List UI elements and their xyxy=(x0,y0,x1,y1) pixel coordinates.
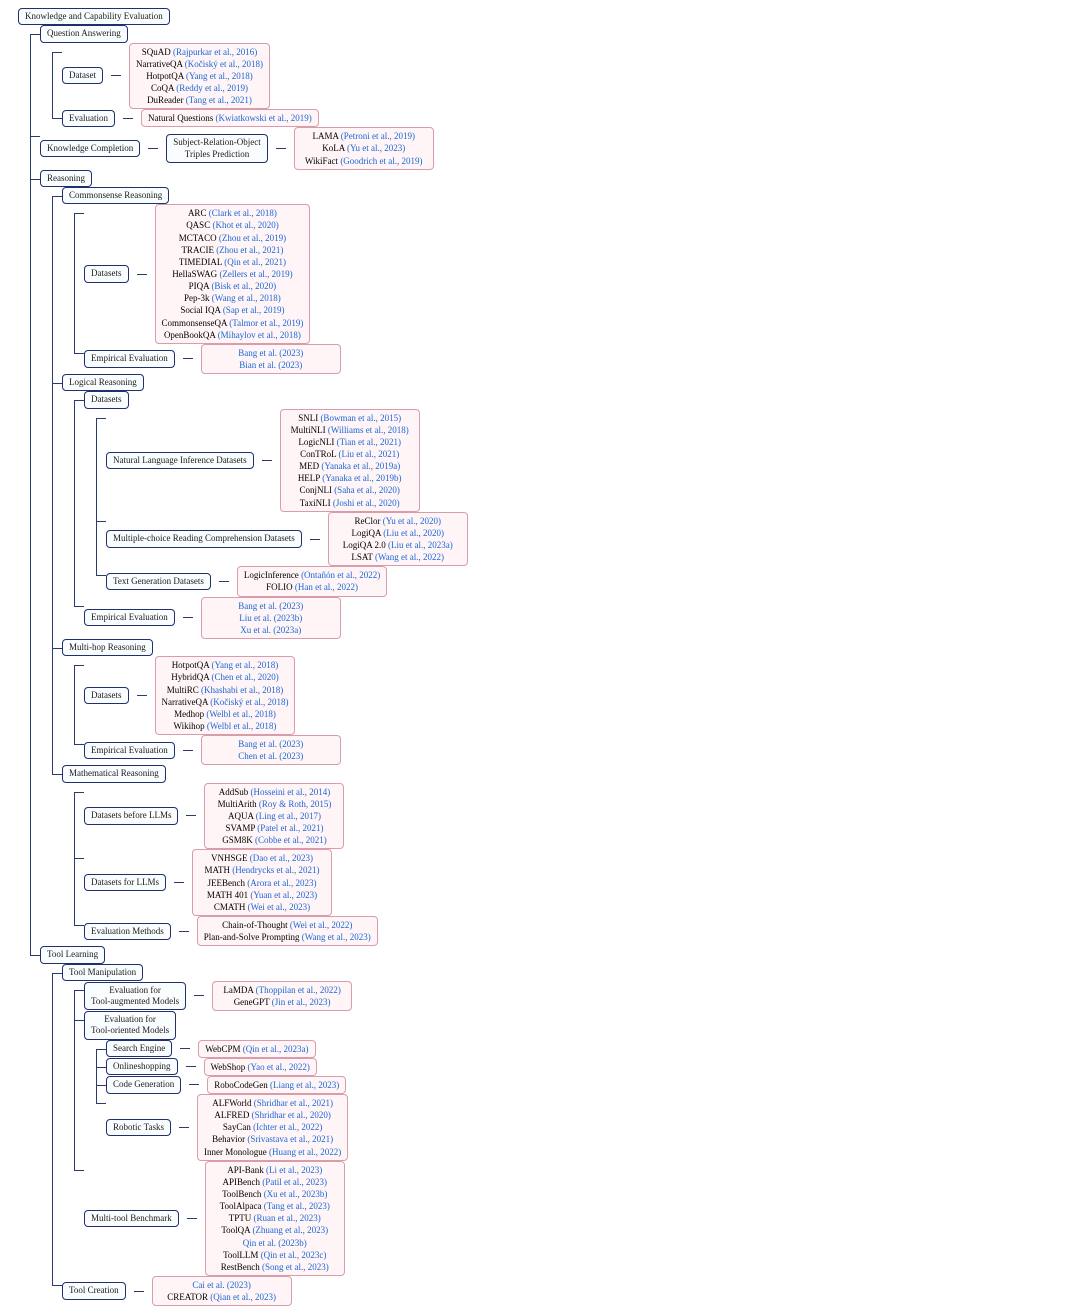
tg-leaf: LogicInference (Ontañón et al., 2022) FO… xyxy=(237,566,387,596)
math-pre-node: Datasets before LLMs xyxy=(84,807,178,824)
multitool-leaf: API-Bank (Li et al., 2023) APIBench (Pat… xyxy=(205,1161,345,1276)
tool-creation-leaf: Cai et al. (2023) CREATOR (Qian et al., … xyxy=(152,1276,292,1306)
shop-node: Onlineshopping xyxy=(106,1058,178,1075)
math-node: Mathematical Reasoning xyxy=(62,765,166,782)
cs-node: Commonsense Reasoning xyxy=(62,187,169,204)
qa-eval-leaf: Natural Questions (Kwiatkowski et al., 2… xyxy=(141,109,319,127)
taxonomy-tree: Knowledge and Capability Evaluation Ques… xyxy=(8,8,1072,1306)
root-node: Knowledge and Capability Evaluation xyxy=(18,8,170,25)
logical-datasets-node: Datasets xyxy=(84,391,129,408)
qa-node: Question Answering xyxy=(40,25,128,42)
tg-node: Text Generation Datasets xyxy=(106,573,211,590)
cs-emp-node: Empirical Evaluation xyxy=(84,350,175,367)
qa-dataset-leaf: SQuAD (Rajpurkar et al., 2016) Narrative… xyxy=(129,43,270,110)
multihop-node: Multi-hop Reasoning xyxy=(62,639,153,656)
cs-emp-leaf: Bang et al. (2023) Bian et al. (2023) xyxy=(201,344,341,374)
math-for-leaf: VNHSGE (Dao et al., 2023) MATH (Hendryck… xyxy=(192,849,332,916)
tool-node: Tool Learning xyxy=(40,946,105,963)
math-methods-node: Evaluation Methods xyxy=(84,923,171,940)
shop-leaf: WebShop (Yao et al., 2022) xyxy=(204,1058,317,1076)
qa-eval-node: Evaluation xyxy=(62,110,115,127)
nli-leaf: SNLI (Bowman et al., 2015) MultiNLI (Wil… xyxy=(280,409,420,512)
multihop-emp-node: Empirical Evaluation xyxy=(84,742,175,759)
math-methods-leaf: Chain-of-Thought (Wei et al., 2022) Plan… xyxy=(197,916,378,946)
tool-creation-node: Tool Creation xyxy=(62,1282,126,1299)
math-for-node: Datasets for LLMs xyxy=(84,874,166,891)
tool-ori-node: Evaluation forTool-oriented Models xyxy=(84,1011,176,1040)
multitool-node: Multi-tool Benchmark xyxy=(84,1210,179,1227)
robot-node: Robotic Tasks xyxy=(106,1119,171,1136)
tool-aug-node: Evaluation forTool-augmented Models xyxy=(84,982,186,1011)
code-node: Code Generation xyxy=(106,1076,181,1093)
logical-emp-leaf: Bang et al. (2023) Liu et al. (2023b) Xu… xyxy=(201,597,341,639)
reasoning-node: Reasoning xyxy=(40,170,92,187)
search-node: Search Engine xyxy=(106,1040,172,1057)
qa-dataset-node: Dataset xyxy=(62,67,103,84)
robot-leaf: ALFWorld (Shridhar et al., 2021) ALFRED … xyxy=(197,1094,348,1161)
kc-node: Knowledge Completion xyxy=(40,140,140,157)
multihop-emp-leaf: Bang et al. (2023) Chen et al. (2023) xyxy=(201,735,341,765)
code-leaf: RoboCodeGen (Liang et al., 2023) xyxy=(207,1076,346,1094)
mcrc-leaf: ReClor (Yu et al., 2020) LogiQA (Liu et … xyxy=(328,512,468,567)
kc-sro-node: Subject-Relation-ObjectTriples Predictio… xyxy=(166,134,267,163)
multihop-ds-leaf: HotpotQA (Yang et al., 2018) HybridQA (C… xyxy=(155,656,296,735)
tool-manip-node: Tool Manipulation xyxy=(62,964,143,981)
search-leaf: WebCPM (Qin et al., 2023a) xyxy=(198,1040,315,1058)
math-pre-leaf: AddSub (Hosseini et al., 2014) MultiArit… xyxy=(204,783,344,850)
cs-datasets-leaf: ARC (Clark et al., 2018) QASC (Khot et a… xyxy=(155,204,311,344)
nli-node: Natural Language Inference Datasets xyxy=(106,452,254,469)
logical-node: Logical Reasoning xyxy=(62,374,144,391)
tool-aug-leaf: LaMDA (Thoppilan et al., 2022) GeneGPT (… xyxy=(212,981,352,1011)
kc-leaf: LAMA (Petroni et al., 2019) KoLA (Yu et … xyxy=(294,127,434,169)
logical-emp-node: Empirical Evaluation xyxy=(84,609,175,626)
mcrc-node: Multiple-choice Reading Comprehension Da… xyxy=(106,530,302,547)
multihop-ds-node: Datasets xyxy=(84,687,129,704)
cs-datasets-node: Datasets xyxy=(84,265,129,282)
